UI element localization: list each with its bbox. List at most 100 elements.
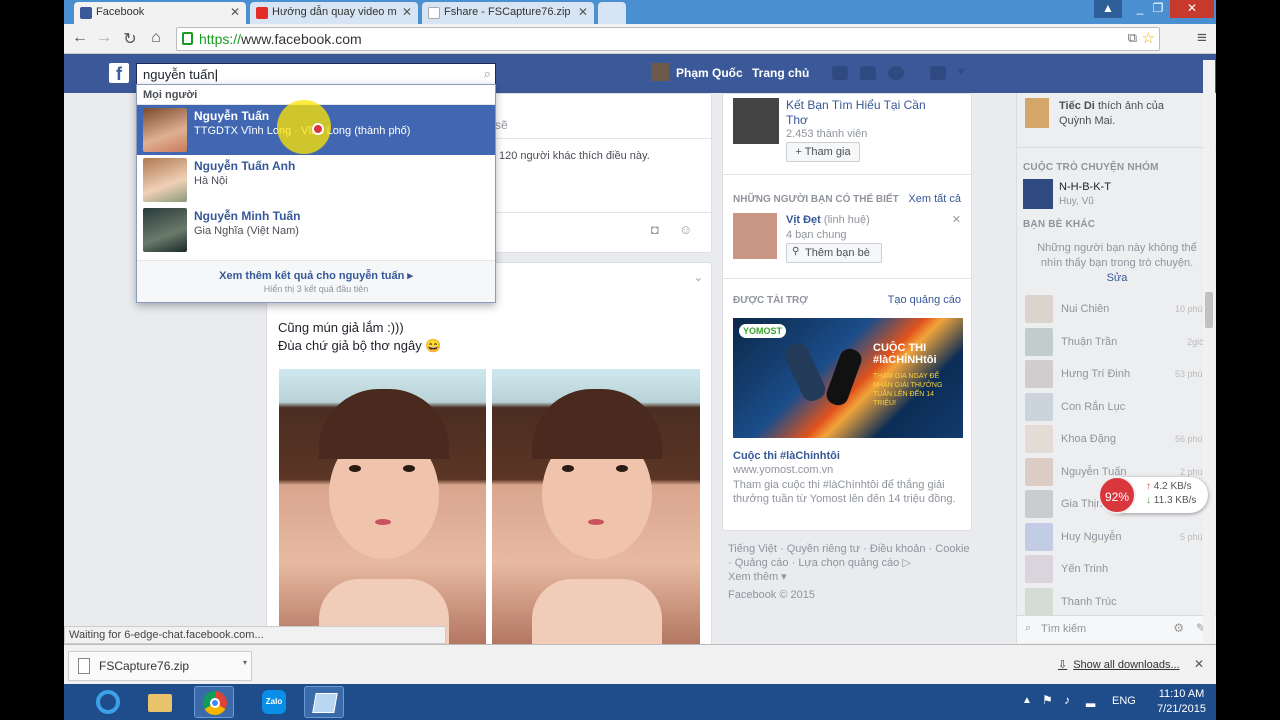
chat-friend-row[interactable]: Yến Trinh (1025, 555, 1205, 585)
messages-icon[interactable] (860, 66, 876, 80)
address-bar[interactable]: https://www.facebook.com ⧉ ☆ (176, 27, 1160, 51)
notifications-globe-icon[interactable] (888, 66, 904, 80)
account-menu-icon[interactable]: ▼ (956, 66, 967, 78)
see-more-label: Xem thêm kết quả cho nguyễn tuấn ▸ (219, 270, 413, 282)
facebook-logo[interactable]: f (109, 63, 129, 84)
action-center-flag-icon[interactable]: ⚑ (1042, 693, 1053, 707)
translate-icon[interactable]: ⧉ (1128, 30, 1137, 46)
camera-icon[interactable]: ◘ (651, 222, 659, 237)
join-group-button[interactable]: + Tham gia (786, 142, 860, 162)
network-icon[interactable]: ▂ (1086, 693, 1095, 707)
ad-title-link[interactable]: Cuộc thi #làChínhtôi (733, 450, 840, 462)
zalo-icon[interactable]: Zalo (254, 686, 294, 718)
post-photo-1[interactable] (279, 369, 486, 645)
back-icon[interactable]: ← (70, 29, 90, 47)
chat-friend-row[interactable]: Nui Chiên 10 phút (1025, 295, 1205, 325)
fb-search-input[interactable]: nguyễn tuấn| ⌕ (136, 63, 496, 85)
home-icon[interactable]: ⌂ (146, 29, 166, 47)
post-options-icon[interactable]: ⌄ (694, 271, 703, 284)
chat-friend-row[interactable]: Hưng Trí Đinh 53 phút (1025, 360, 1205, 390)
friend-name: Huy Nguyễn (1061, 530, 1122, 543)
pymk-avatar[interactable] (733, 213, 777, 259)
group-thumbnail[interactable] (733, 98, 779, 144)
search-icon[interactable]: ⌕ (484, 66, 491, 82)
internet-explorer-icon[interactable] (88, 686, 128, 718)
likes-summary[interactable]: 120 người khác thích điều này. (499, 150, 650, 162)
download-menu-icon[interactable]: ▾ (243, 658, 247, 667)
url-host: www.facebook.com (241, 31, 362, 47)
add-friend-button[interactable]: ⚲ Thêm bạn bè (786, 243, 882, 263)
footer-line2[interactable]: · Quảng cáo · Lựa chọn quảng cáo ▷ (728, 556, 978, 570)
profile-avatar[interactable] (651, 63, 669, 81)
chrome-icon[interactable] (194, 686, 234, 718)
see-more-results[interactable]: Xem thêm kết quả cho nguyễn tuấn ▸ Hiển … (137, 260, 495, 302)
new-tab-button[interactable] (598, 2, 626, 24)
post-photo-2[interactable] (492, 369, 700, 645)
dismiss-icon[interactable]: ✕ (952, 213, 961, 226)
network-monitor-widget[interactable]: 92% ↑ 4.2 KB/s ↓ 11.3 KB/s (1098, 476, 1208, 514)
chat-friend-row[interactable]: Con Rắn Lục (1025, 392, 1205, 423)
close-download-bar-icon[interactable]: ✕ (1194, 657, 1204, 671)
tab-facebook[interactable]: Facebook ✕ (74, 2, 246, 24)
search-result-item[interactable]: Nguyễn Minh Tuấn Gia Nghĩa (Việt Nam) (137, 205, 495, 255)
file-explorer-icon[interactable] (140, 686, 180, 718)
show-hidden-icons[interactable]: ▲ (1022, 695, 1032, 706)
group-name-link[interactable]: Kết Bạn Tìm Hiểu Tại Cần Thơ (786, 98, 936, 128)
search-result-item[interactable]: Nguyễn Tuấn Anh Hà Nội (137, 155, 495, 205)
chat-friend-row[interactable]: Huy Nguyễn 5 phút (1025, 522, 1205, 553)
footer-line3[interactable]: Xem thêm ▾ (728, 570, 978, 584)
pymk-name-link[interactable]: Vịt Đẹt (786, 214, 821, 226)
footer-line1[interactable]: Tiếng Việt · Quyền riêng tư · Điều khoản… (728, 542, 978, 556)
privacy-shortcuts-icon[interactable] (930, 66, 946, 80)
reload-icon[interactable]: ↻ (120, 29, 140, 49)
friend-requests-icon[interactable] (832, 66, 848, 80)
user-icon[interactable]: ▲ (1094, 0, 1122, 18)
create-ad-link[interactable]: Tạo quảng cáo (888, 294, 961, 306)
maximize-button[interactable]: ❐ (1144, 0, 1172, 18)
page-scrollbar[interactable] (1203, 60, 1215, 644)
chat-friend-row[interactable]: Khoa Đặng 56 phút (1025, 425, 1205, 455)
group-chat-avatar[interactable] (1023, 179, 1053, 209)
menu-icon[interactable]: ≡ (1192, 28, 1212, 48)
tab-youtube[interactable]: Hướng dẫn quay video m ✕ (250, 2, 418, 24)
fscapture-icon[interactable] (304, 686, 344, 718)
clock-time: 11:10 AM (1158, 688, 1205, 700)
group-chat-name[interactable]: N-H-B-K-T (1059, 181, 1111, 193)
ticker-avatar[interactable] (1025, 98, 1049, 128)
download-filename: FSCapture76.zip (99, 659, 190, 673)
home-link[interactable]: Trang chủ (752, 66, 809, 80)
sponsored-title: ĐƯỢC TÀI TRỢ (733, 295, 808, 306)
close-tab-icon[interactable]: ✕ (402, 5, 412, 19)
download-item[interactable]: FSCapture76.zip ▾ (68, 651, 252, 681)
chat-search-bar[interactable]: ⌕ Tìm kiếm ⚙ ✎ (1017, 615, 1216, 643)
emoji-icon[interactable]: ☺ (679, 222, 692, 237)
profile-link[interactable]: Phạm Quốc (676, 66, 743, 80)
scrollbar-thumb[interactable] (1205, 292, 1213, 328)
download-icon: ⇩ (1058, 659, 1068, 671)
windows-taskbar: Zalo ▲ ⚑ ♪ ▂ ENG 11:10 AM 7/21/2015 (64, 684, 1216, 720)
volume-icon[interactable]: ♪ (1064, 693, 1070, 707)
bookmark-star-icon[interactable]: ☆ (1142, 29, 1155, 47)
ad-banner[interactable]: YOMOST CUỘC THI #làCHÍNHtôi THAM GIA NGA… (733, 318, 963, 438)
left-letterbox (0, 0, 64, 720)
close-tab-icon[interactable]: ✕ (578, 5, 588, 19)
chat-friend-row[interactable]: Thuận Trần 2giờ (1025, 327, 1205, 358)
chat-friend-row[interactable]: Thanh Trúc (1025, 587, 1205, 618)
language-indicator[interactable]: ENG (1112, 695, 1136, 707)
see-more-sub: Hiển thị 3 kết quả đầu tiên (263, 284, 369, 294)
gear-icon[interactable]: ⚙ (1173, 621, 1184, 635)
forward-icon[interactable]: → (94, 29, 114, 47)
system-clock[interactable]: 11:10 AM 7/21/2015 (1157, 687, 1206, 717)
tab-fshare[interactable]: Fshare - FSCapture76.zip ✕ (422, 2, 594, 24)
close-tab-icon[interactable]: ✕ (230, 5, 240, 19)
ad-url[interactable]: www.yomost.com.vn (733, 464, 833, 476)
facebook-favicon-icon (80, 7, 92, 19)
show-all-downloads-link[interactable]: ⇩ Show all downloads... (1058, 658, 1180, 671)
ticker-story[interactable]: Tiếc Di thích ảnh của Quỳnh Mai. (1059, 99, 1199, 129)
page-favicon-icon (428, 7, 440, 19)
close-window-button[interactable]: ✕ (1170, 0, 1214, 18)
edit-link[interactable]: Sửa (1107, 272, 1128, 284)
network-percent: 92% (1098, 476, 1136, 514)
see-all-link[interactable]: Xem tất cả (908, 193, 961, 205)
search-result-item[interactable]: Nguyễn Tuấn TTGDTX Vĩnh Long · Vĩnh Long… (137, 100, 495, 155)
